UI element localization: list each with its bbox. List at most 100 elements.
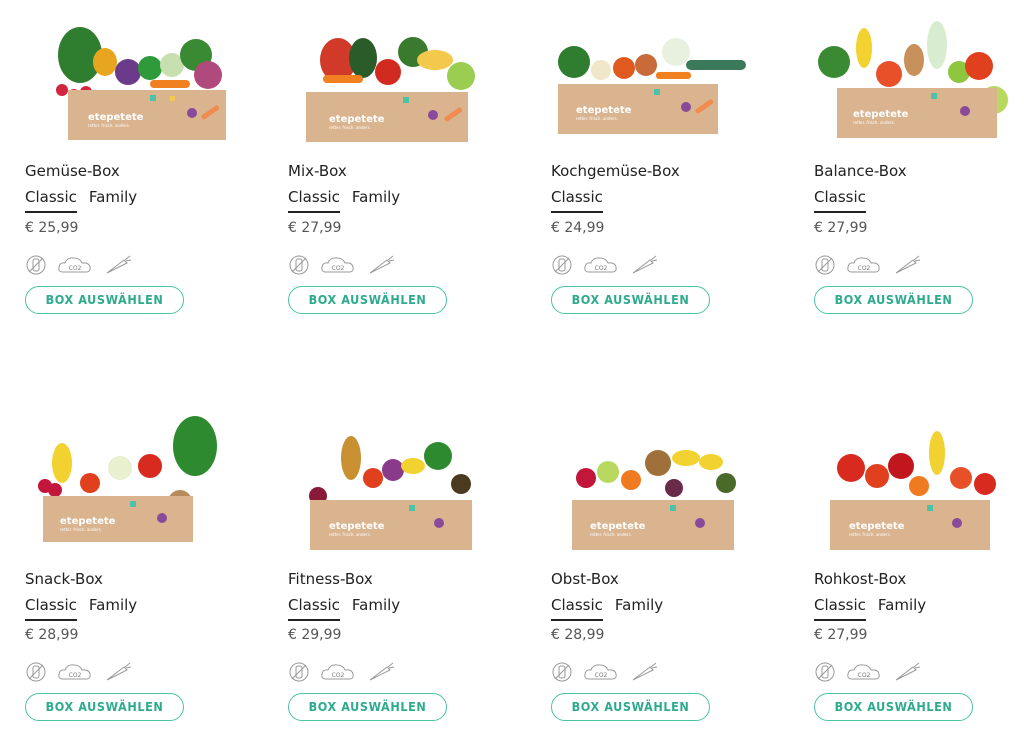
carrot-icon [106, 255, 132, 274]
product-card-balance-box: etepetete retter. frisch. anders. Balanc… [789, 0, 1024, 330]
svg-text:etepetete: etepetete [60, 516, 116, 527]
select-box-button[interactable]: BOX AUSWÄHLEN [814, 693, 973, 721]
select-box-button[interactable]: BOX AUSWÄHLEN [288, 693, 447, 721]
variant-classic[interactable]: Classic [25, 596, 77, 621]
product-image-kochgemuese-box[interactable]: etepetete retter. frisch. anders. [526, 0, 766, 150]
svg-text:etepetete: etepetete [576, 105, 632, 116]
variant-family[interactable]: Family [89, 596, 137, 621]
variant-classic[interactable]: Classic [551, 188, 603, 213]
select-box-button[interactable]: BOX AUSWÄHLEN [814, 286, 973, 314]
product-image-fitness-box[interactable]: etepetete retter. frisch. anders. [263, 408, 503, 558]
variant-classic[interactable]: Classic [288, 596, 340, 621]
price: € 27,99 [814, 627, 868, 643]
eco-icons: CO2 [551, 661, 659, 683]
price: € 29,99 [288, 627, 342, 643]
carrot-icon [106, 662, 132, 681]
price: € 28,99 [25, 627, 79, 643]
product-image-gemuese-box[interactable]: etepetete retter. frisch. anders. [0, 0, 240, 150]
svg-text:etepetete: etepetete [590, 521, 646, 532]
variant-classic[interactable]: Classic [288, 188, 340, 213]
co2-cloud-icon: CO2 [847, 257, 880, 273]
product-grid: etepetete retter. frisch. anders. Gemüse… [0, 0, 1024, 735]
no-plastic-icon [552, 255, 572, 275]
price: € 24,99 [551, 220, 605, 236]
product-name[interactable]: Balance-Box [814, 162, 907, 180]
select-box-button[interactable]: BOX AUSWÄHLEN [25, 286, 184, 314]
product-image-snack-box[interactable]: etepetete retter. frisch. anders. [0, 408, 240, 558]
svg-text:retter. frisch. anders.: retter. frisch. anders. [853, 120, 895, 125]
box: etepetete retter. frisch. anders. [572, 500, 734, 550]
variant-tabs: Classic Family [25, 188, 137, 213]
box: etepetete retter. frisch. anders. [830, 500, 990, 550]
svg-text:retter. frisch. anders.: retter. frisch. anders. [590, 532, 632, 537]
product-image-obst-box[interactable]: etepetete retter. frisch. anders. [526, 408, 766, 558]
variant-tabs: Classic [551, 188, 603, 213]
svg-text:CO2: CO2 [858, 265, 871, 272]
select-box-button[interactable]: BOX AUSWÄHLEN [25, 693, 184, 721]
variant-family[interactable]: Family [352, 188, 400, 213]
svg-text:retter. frisch. anders.: retter. frisch. anders. [329, 532, 371, 537]
eco-icons: CO2 [814, 661, 922, 683]
variant-tabs: Classic Family [25, 596, 137, 621]
svg-text:CO2: CO2 [69, 265, 82, 272]
co2-cloud-icon: CO2 [584, 257, 617, 273]
box: etepetete retter. frisch. anders. [68, 90, 226, 140]
variant-tabs: Classic Family [288, 596, 400, 621]
carrot-icon [369, 255, 395, 274]
no-plastic-icon [26, 662, 46, 682]
product-name[interactable]: Obst-Box [551, 570, 619, 588]
product-image-balance-box[interactable]: etepetete retter. frisch. anders. [789, 0, 1024, 150]
eco-icons: CO2 [288, 661, 396, 683]
product-name[interactable]: Gemüse-Box [25, 162, 120, 180]
svg-text:CO2: CO2 [595, 672, 608, 679]
co2-cloud-icon: CO2 [58, 664, 91, 680]
svg-text:retter. frisch. anders.: retter. frisch. anders. [329, 125, 371, 130]
product-card-snack-box: etepetete retter. frisch. anders. Snack-… [0, 408, 240, 735]
produce [558, 38, 746, 80]
variant-tabs: Classic Family [814, 596, 926, 621]
svg-text:retter. frisch. anders.: retter. frisch. anders. [88, 123, 130, 128]
variant-tabs: Classic [814, 188, 866, 213]
variant-family[interactable]: Family [878, 596, 926, 621]
product-name[interactable]: Mix-Box [288, 162, 347, 180]
product-card-fitness-box: etepetete retter. frisch. anders. Fitnes… [263, 408, 503, 735]
co2-cloud-icon: CO2 [847, 664, 880, 680]
price: € 28,99 [551, 627, 605, 643]
eco-icons: CO2 [25, 661, 133, 683]
select-box-button[interactable]: BOX AUSWÄHLEN [288, 286, 447, 314]
variant-family[interactable]: Family [615, 596, 663, 621]
svg-text:retter. frisch. anders.: retter. frisch. anders. [60, 527, 102, 532]
box: etepetete retter. frisch. anders. [306, 92, 468, 142]
product-name[interactable]: Kochgemüse-Box [551, 162, 680, 180]
eco-icons: CO2 [551, 254, 659, 276]
variant-classic[interactable]: Classic [814, 188, 866, 213]
svg-text:CO2: CO2 [332, 265, 345, 272]
variant-family[interactable]: Family [352, 596, 400, 621]
no-plastic-icon [815, 662, 835, 682]
product-name[interactable]: Fitness-Box [288, 570, 373, 588]
product-name[interactable]: Snack-Box [25, 570, 103, 588]
produce [56, 27, 222, 101]
svg-text:etepetete: etepetete [88, 112, 144, 123]
price: € 27,99 [288, 220, 342, 236]
select-box-button[interactable]: BOX AUSWÄHLEN [551, 693, 710, 721]
price: € 25,99 [25, 220, 79, 236]
product-name[interactable]: Rohkost-Box [814, 570, 906, 588]
co2-cloud-icon: CO2 [584, 664, 617, 680]
co2-cloud-icon: CO2 [58, 257, 91, 273]
variant-classic[interactable]: Classic [25, 188, 77, 213]
product-card-gemuese-box: etepetete retter. frisch. anders. Gemüse… [0, 0, 240, 330]
select-box-button[interactable]: BOX AUSWÄHLEN [551, 286, 710, 314]
variant-family[interactable]: Family [89, 188, 137, 213]
no-plastic-icon [289, 662, 309, 682]
carrot-icon [632, 255, 658, 274]
box: etepetete retter. frisch. anders. [837, 88, 997, 138]
product-card-kochgemuese-box: etepetete retter. frisch. anders. Kochge… [526, 0, 766, 330]
eco-icons: CO2 [814, 254, 922, 276]
produce [576, 450, 736, 497]
svg-text:etepetete: etepetete [849, 521, 905, 532]
product-image-rohkost-box[interactable]: etepetete retter. frisch. anders. [789, 408, 1024, 558]
product-image-mix-box[interactable]: etepetete retter. frisch. anders. [263, 0, 503, 150]
variant-classic[interactable]: Classic [551, 596, 603, 621]
variant-classic[interactable]: Classic [814, 596, 866, 621]
